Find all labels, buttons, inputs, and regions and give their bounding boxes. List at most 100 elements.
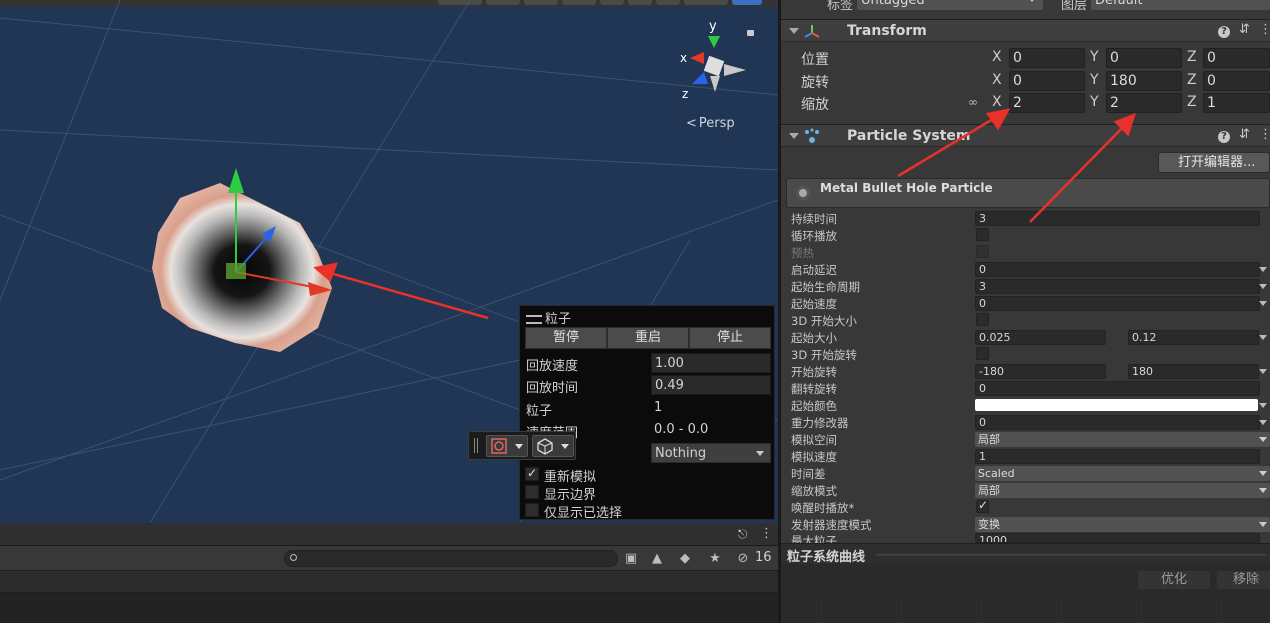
drag-handle-icon[interactable] xyxy=(526,315,542,324)
axis-z-label[interactable]: Z xyxy=(1187,94,1197,110)
playback-time-field[interactable]: 0.49 xyxy=(651,375,771,395)
curve-mode-dropdown-icon[interactable] xyxy=(1259,301,1267,306)
pause-button[interactable]: 暂停 xyxy=(525,327,607,349)
view-options-button[interactable] xyxy=(532,435,574,457)
scaling-mode-dropdown[interactable]: 局部 xyxy=(975,483,1270,498)
transform-header[interactable]: Transform ? ⇵ ⋮ xyxy=(781,19,1270,42)
play-on-awake-checkbox[interactable] xyxy=(976,498,989,513)
filter-by-type-icon[interactable]: ▲ xyxy=(648,550,666,567)
axis-y-label[interactable]: Y xyxy=(1090,72,1099,88)
axis-y-label[interactable]: Y xyxy=(1090,49,1099,65)
start-rotation-max-field[interactable]: 180 xyxy=(1128,364,1259,379)
playback-speed-field[interactable]: 1.00 xyxy=(651,353,771,373)
help-icon[interactable]: ? xyxy=(1218,26,1230,38)
label-tag-icon[interactable]: ◆ xyxy=(676,550,694,567)
axis-z-label[interactable]: Z xyxy=(1187,72,1197,88)
scale-x-field[interactable]: 2 xyxy=(1009,93,1085,113)
resimulate-checkbox[interactable] xyxy=(525,466,539,481)
scale-z-field[interactable]: 1 xyxy=(1203,93,1270,113)
looping-checkbox[interactable] xyxy=(976,228,989,241)
scale-label: 缩放 xyxy=(801,97,829,113)
start-delay-field[interactable]: 0 xyxy=(975,262,1260,277)
particle-bounds-tool-button[interactable] xyxy=(486,435,528,457)
panel-title[interactable]: 粒子 xyxy=(526,308,571,327)
start-size-min-field[interactable]: 0.025 xyxy=(975,330,1106,345)
constrain-proportions-icon[interactable]: ∞ xyxy=(968,95,978,109)
start-size-3d-checkbox[interactable] xyxy=(976,313,989,326)
delta-time-dropdown[interactable]: Scaled xyxy=(975,466,1270,481)
presets-icon[interactable]: ⇵ xyxy=(1239,22,1250,37)
component-menu-icon[interactable]: ⋮ xyxy=(1259,22,1270,37)
curve-mode-dropdown-icon[interactable] xyxy=(1259,420,1267,425)
help-icon[interactable]: ? xyxy=(1218,131,1230,143)
start-speed-field[interactable]: 0 xyxy=(975,296,1260,311)
rotation-y-field[interactable]: 180 xyxy=(1106,71,1182,91)
prewarm-label: 预热 xyxy=(791,246,814,260)
particle-curves-header[interactable]: 粒子系统曲线 xyxy=(781,543,1270,565)
remove-button[interactable]: 移除 xyxy=(1216,570,1270,590)
layer-mask-dropdown[interactable]: Nothing xyxy=(651,443,771,463)
gizmo-y-label: y xyxy=(709,19,717,34)
start-color-swatch[interactable] xyxy=(975,399,1258,411)
start-rotation-3d-checkbox[interactable] xyxy=(976,347,989,360)
gravity-modifier-field[interactable]: 0 xyxy=(975,415,1260,430)
axis-z-label[interactable]: Z xyxy=(1187,49,1197,65)
gizmo-z-label: z xyxy=(682,87,688,101)
lock-icon[interactable]: ⎋ xyxy=(738,527,748,542)
favorite-star-icon[interactable]: ★ xyxy=(706,550,724,567)
foldout-arrow-icon[interactable] xyxy=(789,133,799,139)
emitter-velocity-dropdown[interactable]: 变换 xyxy=(975,517,1270,532)
start-speed-label: 起始速度 xyxy=(791,297,837,311)
max-particles-field[interactable]: 1000 xyxy=(975,533,1260,543)
search-input[interactable] xyxy=(284,550,618,567)
persp-text: Persp xyxy=(698,116,735,131)
tag-dropdown[interactable]: Untagged xyxy=(857,0,1043,10)
start-size-max-field[interactable]: 0.12 xyxy=(1128,330,1259,345)
toolbar-grip-icon[interactable] xyxy=(474,438,478,453)
show-selected-checkbox[interactable] xyxy=(525,503,539,517)
axis-x-label[interactable]: X xyxy=(992,94,1002,110)
move-gizmo[interactable] xyxy=(200,160,340,300)
position-x-field[interactable]: 0 xyxy=(1009,48,1085,68)
color-mode-dropdown-icon[interactable] xyxy=(1259,403,1267,408)
restart-button[interactable]: 重启 xyxy=(607,327,689,349)
playback-buttons: 暂停 重启 停止 xyxy=(525,327,771,349)
perspective-label[interactable]: < Persp xyxy=(686,116,735,131)
scene-view[interactable]: y x z < Persp 粒子 暂停 重启 停止 回放速度 1.00 回放时间 … xyxy=(0,0,778,523)
particle-system-main-module[interactable]: Metal Bullet Hole Particle xyxy=(786,178,1270,208)
rotation-z-field[interactable]: 0 xyxy=(1203,71,1270,91)
foldout-arrow-icon[interactable] xyxy=(789,28,799,34)
axis-x-label[interactable]: X xyxy=(992,49,1002,65)
rotation-x-field[interactable]: 0 xyxy=(1009,71,1085,91)
optimize-button[interactable]: 优化 xyxy=(1137,570,1211,590)
open-editor-button[interactable]: 打开编辑器... xyxy=(1158,152,1270,173)
show-bounds-checkbox[interactable] xyxy=(525,485,539,499)
stop-button[interactable]: 停止 xyxy=(689,327,771,349)
particle-system-header[interactable]: Particle System ? ⇵ ⋮ xyxy=(781,124,1270,147)
start-rotation-min-field[interactable]: -180 xyxy=(975,364,1106,379)
curve-mode-dropdown-icon[interactable] xyxy=(1259,267,1267,272)
scale-y-field[interactable]: 2 xyxy=(1106,93,1182,113)
particle-curves-area[interactable]: 优化 移除 xyxy=(781,564,1270,623)
hidden-visibility-icon[interactable]: ⊘ xyxy=(734,550,752,567)
search-by-type-icon[interactable]: ▣ xyxy=(622,550,640,567)
position-y-field[interactable]: 0 xyxy=(1106,48,1182,68)
simulation-speed-field[interactable]: 1 xyxy=(975,449,1260,464)
flip-rotation-field[interactable]: 0 xyxy=(975,381,1260,396)
duration-field[interactable]: 3 xyxy=(975,211,1260,226)
curve-mode-dropdown-icon[interactable] xyxy=(1259,369,1267,374)
start-lifetime-field[interactable]: 3 xyxy=(975,279,1260,294)
gizmo-lock-icon[interactable] xyxy=(747,30,754,36)
particle-system-name: Metal Bullet Hole Particle xyxy=(820,181,993,195)
curve-mode-dropdown-icon[interactable] xyxy=(1259,284,1267,289)
more-options-icon[interactable]: ⋮ xyxy=(760,526,773,541)
presets-icon[interactable]: ⇵ xyxy=(1239,127,1250,142)
component-menu-icon[interactable]: ⋮ xyxy=(1259,127,1270,142)
position-z-field[interactable]: 0 xyxy=(1203,48,1270,68)
axis-x-label[interactable]: X xyxy=(992,72,1002,88)
orientation-gizmo[interactable]: y x z xyxy=(672,14,762,104)
simulation-space-dropdown[interactable]: 局部 xyxy=(975,432,1270,447)
curve-mode-dropdown-icon[interactable] xyxy=(1259,335,1267,340)
layer-dropdown[interactable]: Default xyxy=(1091,0,1270,10)
axis-y-label[interactable]: Y xyxy=(1090,94,1099,110)
